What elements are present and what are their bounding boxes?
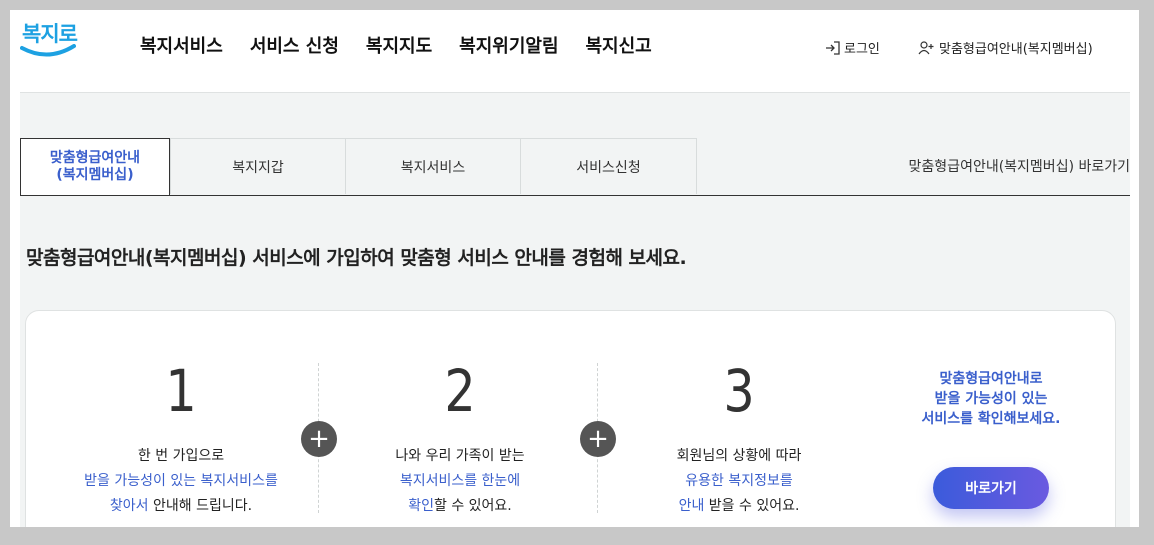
tab-services-label: 복지서비스 <box>400 159 466 176</box>
login-link[interactable]: 로그인 <box>825 38 880 57</box>
tab-wallet-label: 복지지갑 <box>232 159 284 176</box>
step-3-line2: 유용한 복지정보를 <box>685 473 793 489</box>
nav-welfare-service[interactable]: 복지서비스 <box>140 32 223 58</box>
browser-viewport: 복지로 복지서비스 서비스 신청 복지지도 복지위기알림 복지신고 로그인 맞춤… <box>10 10 1139 527</box>
cta-block: 맞춤형급여안내로 받을 가능성이 있는 서비스를 확인해보세요. 바로가기 <box>891 369 1091 509</box>
step-2: 2 나와 우리 가족이 받는 복지서비스를 한눈에 확인할 수 있어요. <box>325 356 595 519</box>
step-3: 3 회원님의 상황에 따라 유용한 복지정보를 안내 받을 수 있어요. <box>604 356 874 519</box>
step-3-text: 회원님의 상황에 따라 유용한 복지정보를 안내 받을 수 있어요. <box>604 444 874 519</box>
membership-link[interactable]: 맞춤형급여안내(복지멤버십) <box>918 38 1093 57</box>
step-2-line3-highlight: 확인 <box>408 498 434 514</box>
step-2-number: 2 <box>444 357 476 425</box>
main-content: 맞춤형급여안내 (복지멤버십) 복지지갑 복지서비스 서비스신청 맞춤형급여안내(… <box>20 92 1130 527</box>
step-1-line3-highlight: 찾아서 <box>109 498 149 514</box>
step-2-line2: 복지서비스를 한눈에 <box>399 473 521 489</box>
step-2-line1: 나와 우리 가족이 받는 <box>395 448 525 464</box>
tab-membership[interactable]: 맞춤형급여안내 (복지멤버십) <box>20 138 170 195</box>
tab-apply-label: 서비스신청 <box>576 159 641 176</box>
step-2-line3: 할 수 있어요. <box>434 498 512 514</box>
cta-line2: 받을 가능성이 있는 <box>934 391 1048 407</box>
logo-smile-icon <box>20 44 76 57</box>
intro-heading: 맞춤형급여안내(복지멤버십) 서비스에 가입하여 맞춤형 서비스 안내를 경험해… <box>26 247 687 269</box>
membership-shortcut-link[interactable]: 맞춤형급여안내(복지멤버십) 바로가기 <box>909 138 1130 194</box>
site-logo[interactable]: 복지로 <box>20 18 80 68</box>
nav-welfare-map[interactable]: 복지지도 <box>366 32 432 58</box>
membership-label: 맞춤형급여안내(복지멤버십) <box>939 42 1093 57</box>
step-2-text: 나와 우리 가족이 받는 복지서비스를 한눈에 확인할 수 있어요. <box>325 444 595 519</box>
step-3-line3: 받을 수 있어요. <box>704 498 800 514</box>
login-label: 로그인 <box>844 42 880 57</box>
step-3-number: 3 <box>723 357 755 425</box>
cta-line1: 맞춤형급여안내로 <box>939 371 1043 387</box>
step-3-line3-highlight: 안내 <box>678 498 705 514</box>
step-1-line3: 안내해 드립니다. <box>148 498 253 514</box>
user-add-icon <box>918 40 934 54</box>
nav-service-apply[interactable]: 서비스 신청 <box>250 32 339 58</box>
shortcut-button[interactable]: 바로가기 <box>933 467 1049 509</box>
nav-crisis-alert[interactable]: 복지위기알림 <box>459 32 558 58</box>
login-icon <box>826 40 840 55</box>
tab-bar: 맞춤형급여안내 (복지멤버십) 복지지갑 복지서비스 서비스신청 맞춤형급여안내(… <box>20 138 1130 196</box>
tab-wallet[interactable]: 복지지갑 <box>170 138 346 194</box>
step-1-line2: 받을 가능성이 있는 복지서비스를 <box>84 473 278 489</box>
step-3-line1: 회원님의 상황에 따라 <box>676 448 802 464</box>
step-1-text: 한 번 가입으로 받을 가능성이 있는 복지서비스를 찾아서 안내해 드립니다. <box>46 444 316 519</box>
site-header: 복지로 복지서비스 서비스 신청 복지지도 복지위기알림 복지신고 로그인 맞춤… <box>10 10 1139 92</box>
tab-apply[interactable]: 서비스신청 <box>520 138 697 194</box>
tab-services[interactable]: 복지서비스 <box>345 138 521 194</box>
cta-line3: 서비스를 확인해보세요. <box>921 411 1061 427</box>
step-1-line1: 한 번 가입으로 <box>137 448 225 464</box>
step-1-number: 1 <box>165 357 197 425</box>
step-1: 1 한 번 가입으로 받을 가능성이 있는 복지서비스를 찾아서 안내해 드립니… <box>46 356 316 519</box>
nav-welfare-report[interactable]: 복지신고 <box>586 32 652 58</box>
main-nav: 복지서비스 서비스 신청 복지지도 복지위기알림 복지신고 <box>140 32 679 58</box>
tab-membership-line1: 맞춤형급여안내 <box>49 150 141 166</box>
tab-membership-line2: (복지멤버십) <box>56 167 134 183</box>
steps-card: 1 한 번 가입으로 받을 가능성이 있는 복지서비스를 찾아서 안내해 드립니… <box>25 310 1116 527</box>
cta-text: 맞춤형급여안내로 받을 가능성이 있는 서비스를 확인해보세요. <box>891 369 1091 429</box>
